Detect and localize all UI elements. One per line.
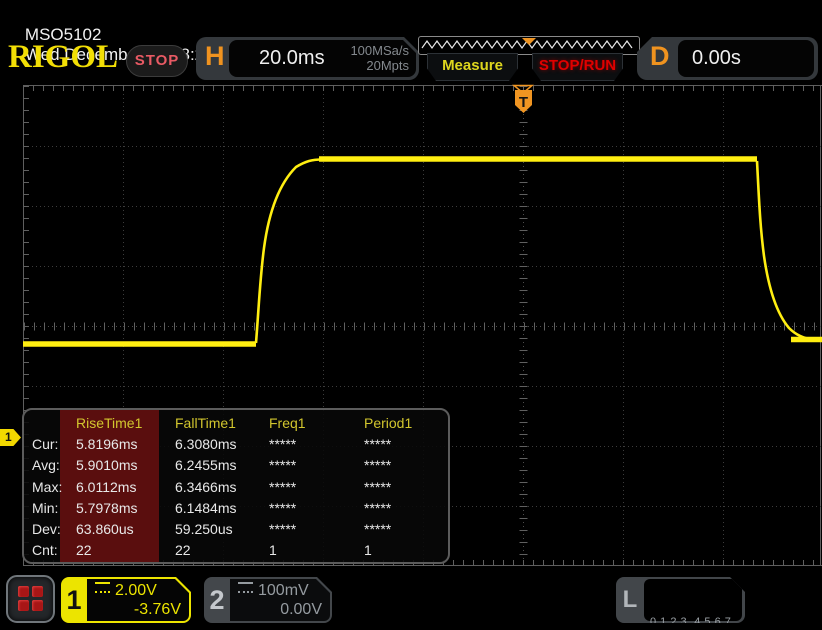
measurement-value: ***** bbox=[356, 436, 448, 457]
channel-1-offset: -3.76V bbox=[134, 601, 181, 619]
measurement-value: ***** bbox=[356, 457, 448, 478]
row-label: Max: bbox=[28, 479, 68, 500]
delay-panel-inset: 0.00s bbox=[678, 40, 814, 77]
channel-2-offset: 0.00V bbox=[280, 601, 322, 619]
row-label: Cnt: bbox=[28, 542, 68, 563]
horizontal-label: H bbox=[205, 41, 225, 72]
memory-depth: 20Mpts bbox=[350, 58, 409, 73]
measurement-panel[interactable]: RiseTime1 FallTime1 Freq1 Period1 Cur: 5… bbox=[22, 408, 450, 564]
measurement-value: 63.860us bbox=[68, 521, 167, 542]
channel-1-values: 2.00V -3.76V bbox=[87, 579, 189, 621]
channel-1-number: 1 bbox=[61, 577, 87, 623]
measurement-grid: RiseTime1 FallTime1 Freq1 Period1 Cur: 5… bbox=[24, 410, 448, 562]
measurement-value: 5.8196ms bbox=[68, 436, 167, 457]
measurement-value: 22 bbox=[167, 542, 261, 563]
measurement-value: ***** bbox=[261, 436, 356, 457]
horizontal-panel-inset: 20.0ms 100MSa/s 20Mpts bbox=[229, 40, 416, 77]
measurement-value: 1 bbox=[261, 542, 356, 563]
horizontal-panel[interactable]: 20.0ms 100MSa/s 20Mpts H bbox=[196, 37, 419, 80]
dc-coupling-icon bbox=[95, 582, 110, 593]
measurement-value: 6.2455ms bbox=[167, 457, 261, 478]
channel-2-scale: 100mV bbox=[238, 582, 309, 600]
trigger-label: T bbox=[519, 94, 528, 111]
measurement-value: ***** bbox=[356, 500, 448, 521]
measurement-value: 1 bbox=[356, 542, 448, 563]
overview-position-triangle-icon[interactable] bbox=[522, 38, 536, 45]
acquisition-info: 100MSa/s 20Mpts bbox=[350, 43, 409, 73]
channel-1-scale: 2.00V bbox=[95, 582, 157, 600]
row-label: Cur: bbox=[28, 436, 68, 457]
sample-rate: 100MSa/s bbox=[350, 43, 409, 58]
oscilloscope-screen: T MSO5102 Wed December 31 18:22:36 2025 … bbox=[0, 0, 822, 630]
measurement-value: 6.3080ms bbox=[167, 436, 261, 457]
delay-value: 0.00s bbox=[692, 47, 741, 70]
delay-panel[interactable]: 0.00s D bbox=[637, 37, 818, 80]
menu-grid-icon bbox=[32, 586, 43, 597]
measurement-value: ***** bbox=[261, 521, 356, 542]
ch1-trace bbox=[23, 159, 822, 344]
measurement-value: 6.1484ms bbox=[167, 500, 261, 521]
row-label: Dev: bbox=[28, 521, 68, 542]
measurement-value: ***** bbox=[356, 521, 448, 542]
measurement-value: 59.250us bbox=[167, 521, 261, 542]
measurement-value: 22 bbox=[68, 542, 167, 563]
measurement-header: RiseTime1 bbox=[68, 415, 167, 436]
menu-button[interactable] bbox=[6, 575, 55, 623]
channel-2-number: 2 bbox=[204, 577, 230, 623]
measure-button[interactable]: Measure bbox=[427, 53, 518, 81]
measurement-corner-cell bbox=[28, 415, 68, 436]
menu-grid-icon bbox=[18, 586, 29, 597]
measurement-value: ***** bbox=[261, 457, 356, 478]
measurement-value: 5.7978ms bbox=[68, 500, 167, 521]
channel-2-badge[interactable]: 2 100mV 0.00V bbox=[204, 577, 332, 623]
measurement-value: 5.9010ms bbox=[68, 457, 167, 478]
logic-channel-list: 0 1 2 3 4 5 6 7 8 9 10 11 12 13 14 15 bbox=[644, 579, 742, 621]
menu-grid-icon bbox=[18, 600, 29, 611]
measurement-value: ***** bbox=[261, 479, 356, 500]
overview-zigzag bbox=[419, 37, 637, 52]
measurement-value: ***** bbox=[261, 500, 356, 521]
run-state-badge: STOP bbox=[126, 45, 188, 77]
menu-grid-icon bbox=[32, 600, 43, 611]
row-label: Avg: bbox=[28, 457, 68, 478]
row-label: Min: bbox=[28, 500, 68, 521]
channel-2-values: 100mV 0.00V bbox=[230, 579, 330, 621]
delay-label: D bbox=[650, 41, 670, 72]
rigol-logo: RIGOL bbox=[8, 39, 118, 76]
waveform-overview-bar[interactable] bbox=[418, 36, 640, 55]
measurement-header: FallTime1 bbox=[167, 415, 261, 436]
stop-run-button[interactable]: STOP/RUN bbox=[532, 53, 623, 81]
measurement-value: 6.3466ms bbox=[167, 479, 261, 500]
channel-1-badge[interactable]: 1 2.00V -3.76V bbox=[61, 577, 191, 623]
measurement-header: Freq1 bbox=[261, 415, 356, 436]
measurement-header: Period1 bbox=[356, 415, 448, 436]
measurement-value: 6.0112ms bbox=[68, 479, 167, 500]
dc-coupling-icon bbox=[238, 582, 253, 593]
logic-analyzer-label: L bbox=[616, 577, 644, 623]
logic-analyzer-badge[interactable]: L 0 1 2 3 4 5 6 7 8 9 10 11 12 13 14 15 bbox=[616, 577, 745, 623]
measurement-value: ***** bbox=[356, 479, 448, 500]
timebase-value: 20.0ms bbox=[259, 47, 325, 70]
